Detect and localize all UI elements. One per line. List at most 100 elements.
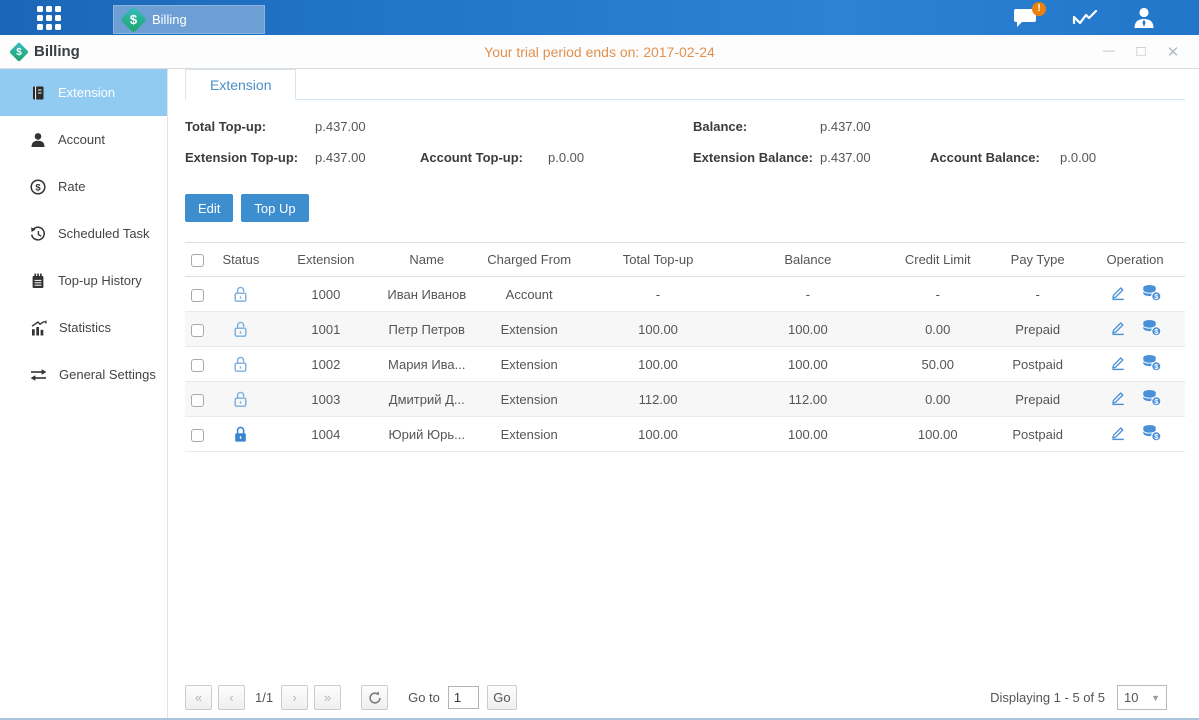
charged-from-cell: Extension	[473, 322, 586, 337]
total-topup-label: Total Top-up:	[185, 119, 266, 134]
statistics-icon	[30, 320, 47, 336]
edit-icon[interactable]	[1109, 354, 1127, 374]
next-page-button[interactable]: ›	[281, 685, 308, 710]
sidebar-item-label: Extension	[58, 85, 115, 100]
total-topup-cell: 112.00	[586, 392, 731, 407]
topup-icon[interactable]: $	[1141, 284, 1162, 305]
tab-extension[interactable]: Extension	[185, 69, 296, 100]
extension-topup-label: Extension Top-up:	[185, 150, 298, 165]
sidebar-item-statistics[interactable]: Statistics	[0, 304, 167, 351]
table-body: 1000Иван ИвановAccount----$1001Петр Петр…	[185, 277, 1185, 452]
trial-notice: Your trial period ends on: 2017-02-24	[0, 44, 1199, 60]
account-topup-value: p.0.00	[548, 150, 584, 165]
page-size-value: 10	[1124, 690, 1138, 705]
table-row: 1000Иван ИвановAccount----$	[185, 277, 1185, 312]
credit-limit-cell: 100.00	[885, 427, 990, 442]
row-checkbox[interactable]	[191, 394, 204, 407]
pay-type-cell: Postpaid	[990, 357, 1085, 372]
goto-page-input[interactable]	[448, 686, 479, 709]
svg-text:$: $	[35, 182, 41, 193]
extension-topup-value: p.437.00	[315, 150, 366, 165]
topup-history-icon	[30, 273, 46, 289]
goto-label: Go to	[408, 690, 440, 705]
balance-cell: 100.00	[730, 322, 885, 337]
row-checkbox[interactable]	[191, 359, 204, 372]
sidebar-item-label: Rate	[58, 179, 85, 194]
select-all-checkbox[interactable]	[191, 254, 204, 267]
edit-button[interactable]: Edit	[185, 194, 233, 222]
topup-icon[interactable]: $	[1141, 354, 1162, 375]
edit-icon[interactable]	[1109, 284, 1127, 304]
balance-cell: 112.00	[730, 392, 885, 407]
name-cell: Иван Иванов	[381, 287, 473, 302]
table-header-row: Status Extension Name Charged From Total…	[185, 242, 1185, 277]
go-button[interactable]: Go	[487, 685, 517, 710]
credit-limit-cell: 0.00	[885, 322, 990, 337]
sidebar-item-rate[interactable]: $ Rate	[0, 163, 167, 210]
row-checkbox[interactable]	[191, 289, 204, 302]
edit-icon[interactable]	[1109, 319, 1127, 339]
charged-from-cell: Account	[473, 287, 586, 302]
col-extension: Extension	[271, 252, 381, 267]
balance-label: Balance:	[693, 119, 747, 134]
scheduled-task-icon	[30, 226, 46, 242]
extension-cell: 1004	[271, 427, 381, 442]
sidebar-item-extension[interactable]: Extension	[0, 69, 167, 116]
account-balance-value: p.0.00	[1060, 150, 1096, 165]
topup-icon[interactable]: $	[1141, 319, 1162, 340]
reports-chart-icon[interactable]	[1072, 8, 1098, 28]
user-account-icon[interactable]	[1131, 6, 1157, 30]
sidebar-item-general-settings[interactable]: General Settings	[0, 351, 167, 398]
close-icon[interactable]: ✕	[1165, 43, 1181, 61]
sidebar-item-account[interactable]: Account	[0, 116, 167, 163]
app-launcher-icon[interactable]	[37, 6, 61, 30]
credit-limit-cell: 50.00	[885, 357, 990, 372]
sidebar: Extension Account $ Rate Scheduled Task Top-u…	[0, 69, 168, 718]
window-title-bar: Your trial period ends on: 2017-02-24 $ …	[0, 35, 1199, 69]
sidebar-item-label: Statistics	[59, 320, 111, 335]
messages-icon[interactable]: !	[1013, 7, 1039, 29]
page-size-dropdown[interactable]: 10 ▼	[1117, 685, 1167, 710]
edit-icon[interactable]	[1109, 424, 1127, 444]
balance-summary: Total Top-up: p.437.00 Balance: p.437.00…	[185, 114, 1185, 176]
first-page-button[interactable]: «	[185, 685, 212, 710]
billing-diamond-icon: $	[120, 6, 147, 33]
extension-balance-value: p.437.00	[820, 150, 871, 165]
general-settings-icon	[30, 367, 47, 383]
billing-title-icon: $	[9, 42, 29, 62]
prev-page-button[interactable]: ‹	[218, 685, 245, 710]
charged-from-cell: Extension	[473, 427, 586, 442]
total-topup-value: p.437.00	[315, 119, 366, 134]
account-balance-label: Account Balance:	[930, 150, 1040, 165]
topup-icon[interactable]: $	[1141, 424, 1162, 445]
topup-icon[interactable]: $	[1141, 389, 1162, 410]
lock-open-icon	[232, 390, 249, 409]
last-page-button[interactable]: »	[314, 685, 341, 710]
edit-icon[interactable]	[1109, 389, 1127, 409]
extension-cell: 1000	[271, 287, 381, 302]
minimize-icon[interactable]: —	[1101, 43, 1117, 61]
sidebar-item-label: Top-up History	[58, 273, 142, 288]
name-cell: Юрий Юрь...	[381, 427, 473, 442]
name-cell: Дмитрий Д...	[381, 392, 473, 407]
col-charged-from: Charged From	[473, 252, 586, 267]
col-operation: Operation	[1085, 252, 1185, 267]
sidebar-item-scheduled-task[interactable]: Scheduled Task	[0, 210, 167, 257]
billing-app-tab[interactable]: $ Billing	[113, 5, 265, 34]
displaying-text: Displaying 1 - 5 of 5	[990, 690, 1105, 705]
sidebar-item-label: Account	[58, 132, 105, 147]
row-checkbox[interactable]	[191, 429, 204, 442]
extension-cell: 1001	[271, 322, 381, 337]
billing-app-tab-label: Billing	[152, 12, 187, 27]
account-icon	[30, 132, 46, 148]
refresh-button[interactable]	[361, 685, 388, 710]
total-topup-cell: 100.00	[586, 357, 731, 372]
sidebar-item-label: General Settings	[59, 367, 156, 382]
credit-limit-cell: -	[885, 287, 990, 302]
maximize-icon[interactable]: □	[1133, 43, 1149, 61]
topup-button[interactable]: Top Up	[241, 194, 308, 222]
name-cell: Мария Ива...	[381, 357, 473, 372]
row-checkbox[interactable]	[191, 324, 204, 337]
main-content: Extension Total Top-up: p.437.00 Balance…	[168, 69, 1199, 718]
sidebar-item-top-up-history[interactable]: Top-up History	[0, 257, 167, 304]
